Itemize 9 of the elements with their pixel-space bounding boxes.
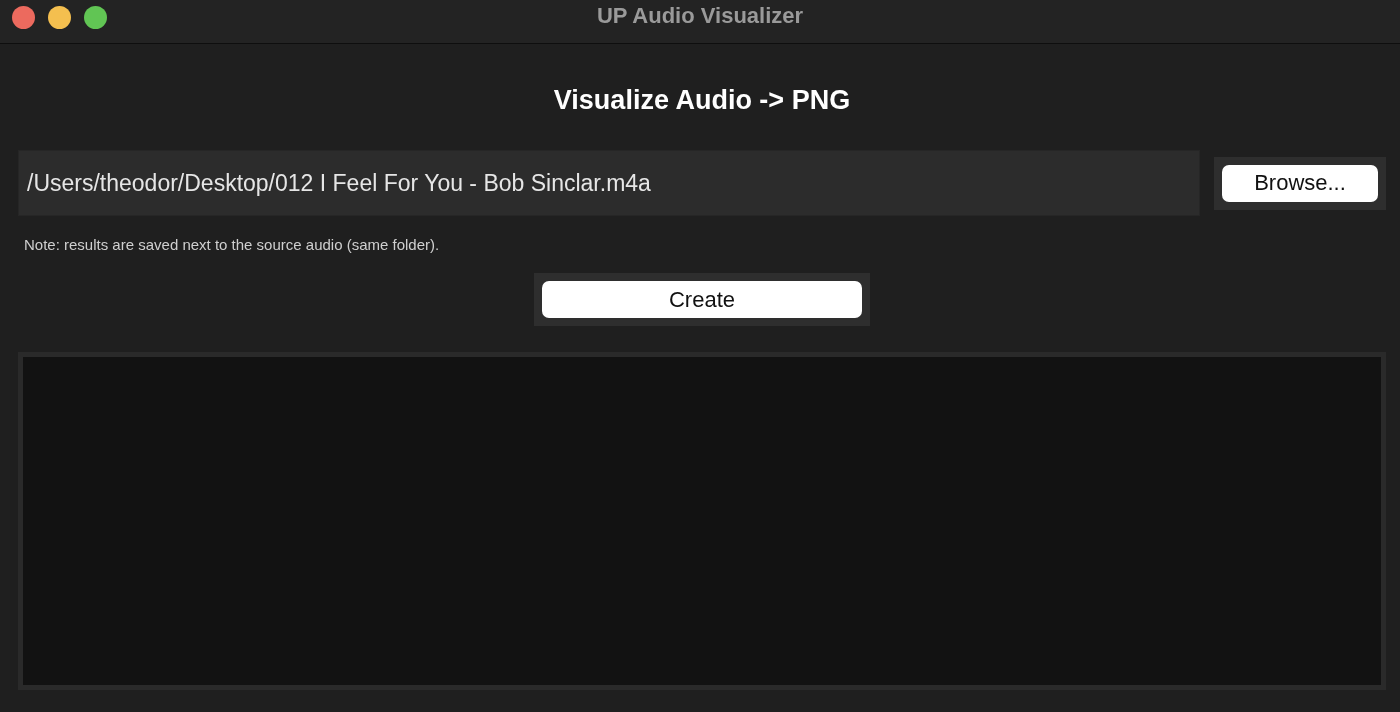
create-button[interactable]: Create bbox=[542, 281, 862, 318]
close-button[interactable] bbox=[12, 6, 35, 29]
window-title: UP Audio Visualizer bbox=[596, 2, 804, 29]
file-path-field[interactable]: /Users/theodor/Desktop/012 I Feel For You - Bob Sinclar.m4a bbox=[18, 150, 1200, 216]
minimize-button[interactable] bbox=[48, 6, 71, 29]
zoom-button[interactable] bbox=[84, 6, 107, 29]
heading: Visualize Audio -> PNG bbox=[552, 85, 852, 116]
note-text: Note: results are saved next to the source audio (same folder). bbox=[24, 236, 441, 253]
browse-button[interactable]: Browse... bbox=[1222, 164, 1378, 202]
